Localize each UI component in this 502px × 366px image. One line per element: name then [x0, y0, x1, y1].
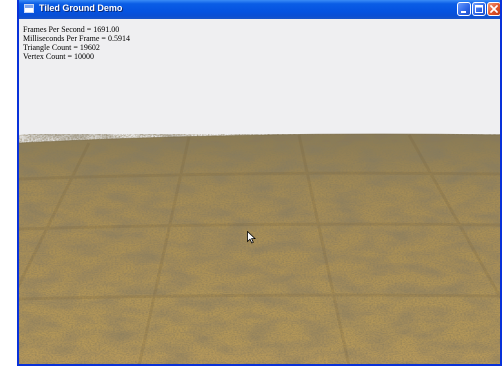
- maximize-button[interactable]: [472, 2, 486, 16]
- app-window-icon: [24, 4, 34, 13]
- fps-readout: Frames Per Second = 1691.00: [23, 25, 120, 34]
- ms-per-frame-readout: Milliseconds Per Frame = 0.5914: [23, 34, 130, 43]
- minimize-icon: [461, 11, 466, 13]
- close-icon: [490, 5, 498, 13]
- tiled-ground-plane: [19, 133, 500, 364]
- maximize-icon: [475, 5, 483, 13]
- minimize-button[interactable]: [457, 2, 471, 16]
- window-title: Tiled Ground Demo: [39, 3, 123, 13]
- vertex-count-readout: Vertex Count = 10000: [23, 52, 94, 61]
- mouse-pointer-icon: [247, 231, 256, 244]
- close-button[interactable]: [487, 2, 500, 16]
- title-bar[interactable]: Tiled Ground Demo: [19, 0, 500, 19]
- render-viewport[interactable]: Frames Per Second = 1691.00 Milliseconds…: [19, 19, 500, 364]
- triangle-count-readout: Triangle Count = 19602: [23, 43, 100, 52]
- stats-overlay: Frames Per Second = 1691.00 Milliseconds…: [23, 25, 130, 61]
- app-window: Tiled Ground Demo Frames Per Second = 16…: [17, 0, 502, 366]
